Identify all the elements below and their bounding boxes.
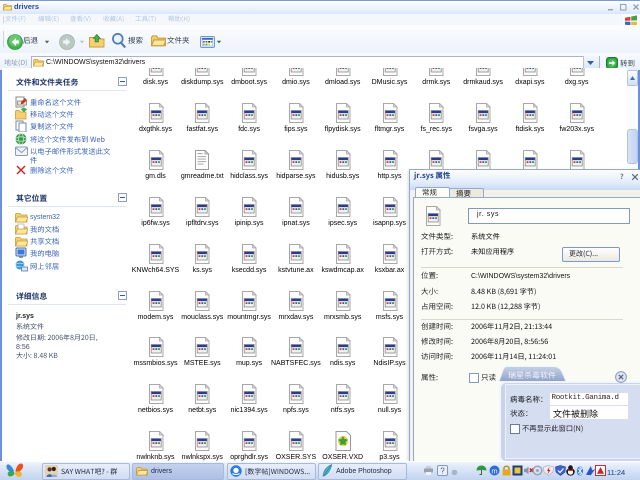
svg-text:m: m [491, 467, 497, 476]
svg-text:?: ? [440, 467, 445, 476]
